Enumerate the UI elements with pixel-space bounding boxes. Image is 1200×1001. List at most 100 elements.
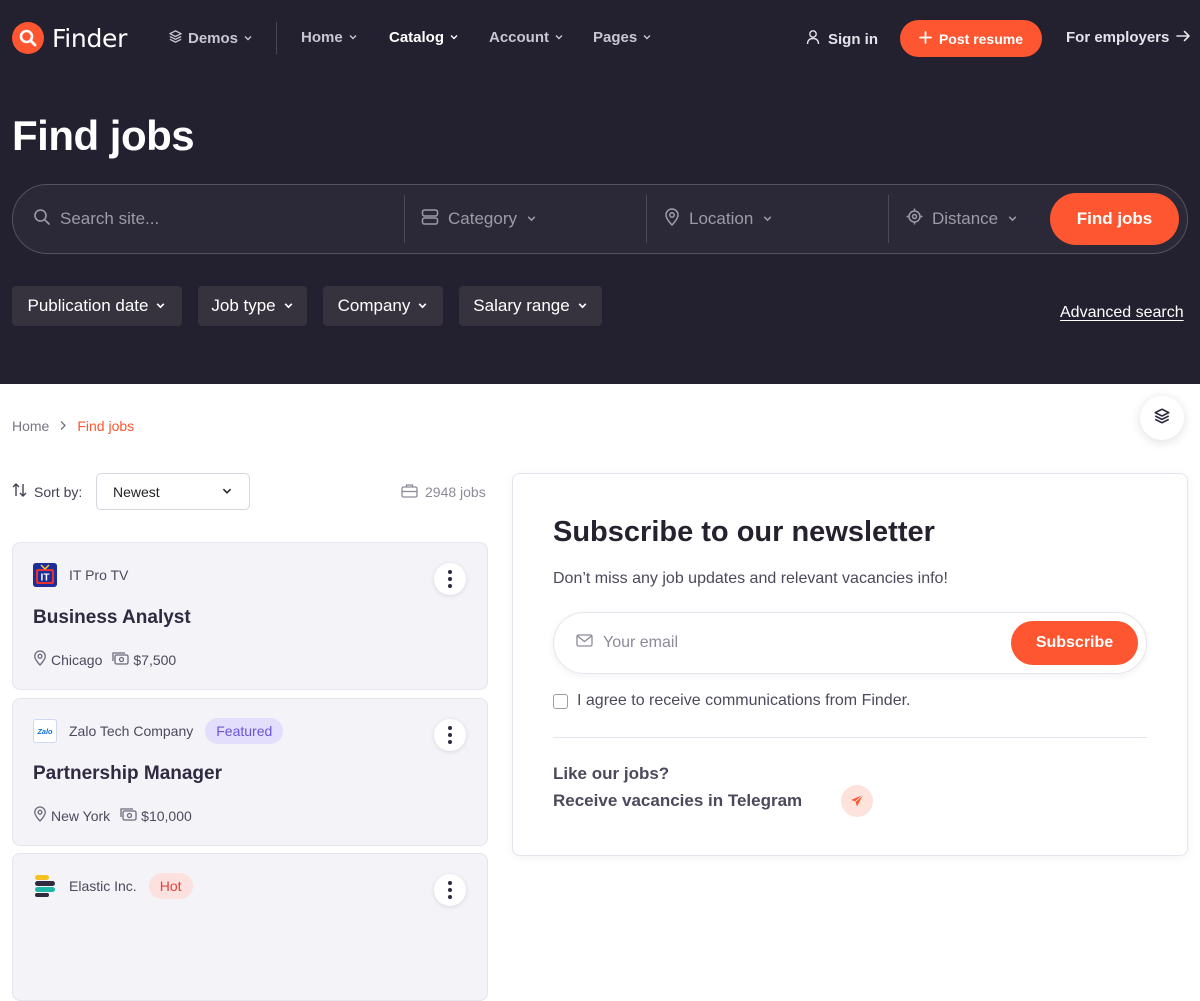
job-card[interactable]: Zalo Zalo Tech Company Featured Partners… — [12, 698, 488, 846]
advanced-search-link[interactable]: Advanced search — [1060, 304, 1184, 322]
post-resume-button[interactable]: Post resume — [900, 20, 1042, 57]
chevron-down-icon — [417, 296, 428, 316]
nav-demos[interactable]: Demos — [168, 29, 253, 48]
post-resume-label: Post resume — [938, 30, 1024, 47]
demos-float-button[interactable] — [1140, 396, 1184, 440]
layers-icon — [168, 29, 183, 48]
filter-publication-date[interactable]: Publication date — [12, 286, 182, 326]
filter-label: Job type — [211, 296, 276, 315]
chevron-down-icon — [526, 209, 537, 229]
company-logo: IT — [33, 563, 57, 587]
company-name: IT Pro TV — [69, 567, 129, 583]
checkbox-box[interactable] — [553, 693, 568, 709]
email-field[interactable]: Your email — [576, 613, 678, 673]
newsletter-title: Subscribe to our newsletter — [553, 516, 935, 548]
user-icon — [806, 29, 820, 49]
sort-label: Sort by: — [12, 483, 82, 500]
job-title[interactable]: Partnership Manager — [33, 763, 222, 785]
newsletter-divider — [553, 737, 1147, 738]
newsletter-subtitle: Don’t miss any job updates and relevant … — [553, 570, 948, 587]
job-search-bar: Search site... Category Location Distanc… — [12, 184, 1188, 254]
chevron-down-icon — [221, 484, 233, 500]
filter-label: Salary range — [473, 296, 570, 315]
job-card[interactable]: Elastic Inc. Hot — [12, 853, 488, 1001]
job-location: New York — [33, 806, 110, 825]
search-divider — [646, 195, 647, 243]
filter-salary-range[interactable]: Salary range — [459, 286, 602, 326]
jobs-count: 2948 jobs — [401, 483, 486, 501]
distance-select[interactable]: Distance — [906, 185, 1046, 253]
job-company: Elastic Inc. Hot — [33, 873, 193, 899]
arrow-right-icon — [1176, 29, 1191, 46]
job-company: Zalo Zalo Tech Company Featured — [33, 718, 284, 744]
distance-label: Distance — [932, 209, 999, 228]
map-pin-icon — [33, 806, 47, 825]
search-input[interactable]: Search site... — [33, 185, 403, 253]
breadcrumb-current: Find jobs — [77, 418, 135, 434]
newsletter-panel: Subscribe to our newsletter Don’t miss a… — [512, 473, 1188, 856]
briefcase-icon — [401, 483, 418, 501]
chevron-down-icon — [577, 296, 588, 316]
sort-icon — [12, 483, 28, 500]
search-divider — [404, 195, 405, 243]
breadcrumb-home[interactable]: Home — [12, 418, 49, 434]
category-icon — [421, 208, 439, 230]
job-location: Chicago — [33, 650, 102, 669]
brand-logo[interactable]: Finder — [12, 22, 127, 54]
brand-name: Finder — [52, 23, 128, 53]
breadcrumb: Home Find jobs — [12, 418, 134, 434]
location-select[interactable]: Location — [664, 185, 884, 253]
job-meta: New York $10,000 — [33, 806, 192, 825]
job-salary-text: $7,500 — [133, 651, 177, 668]
chevron-down-icon — [348, 29, 358, 46]
nav-home-label: Home — [301, 29, 343, 46]
sort-label-text: Sort by: — [34, 483, 83, 500]
sign-in-label: Sign in — [828, 30, 878, 48]
nav-account[interactable]: Account — [489, 29, 564, 46]
hot-badge: Hot — [148, 873, 193, 899]
chevron-down-icon — [554, 29, 564, 46]
job-company: IT IT Pro TV — [33, 563, 128, 587]
job-location-text: Chicago — [51, 651, 103, 668]
more-vertical-icon[interactable] — [434, 874, 466, 906]
nav-catalog[interactable]: Catalog — [389, 29, 459, 46]
agree-checkbox[interactable]: I agree to receive communications from F… — [553, 692, 910, 710]
telegram-text-line1: Like our jobs? — [553, 764, 670, 783]
more-vertical-icon[interactable] — [434, 563, 466, 595]
cash-icon — [112, 651, 130, 668]
filter-company[interactable]: Company — [323, 286, 443, 326]
find-jobs-button[interactable]: Find jobs — [1050, 193, 1179, 245]
filter-label: Publication date — [27, 296, 149, 315]
sort-select[interactable]: Newest — [96, 473, 250, 510]
plus-icon — [919, 30, 932, 47]
nav-home[interactable]: Home — [301, 29, 358, 46]
map-pin-icon — [664, 207, 680, 231]
subscribe-button[interactable]: Subscribe — [1011, 621, 1138, 665]
telegram-text-line2: Receive vacancies in Telegram — [553, 791, 803, 810]
filter-job-type[interactable]: Job type — [198, 286, 307, 326]
sort-selected: Newest — [113, 483, 160, 500]
location-label: Location — [689, 209, 754, 228]
chevron-down-icon — [283, 296, 294, 316]
job-salary: $10,000 — [120, 807, 192, 824]
for-employers-label: For employers — [1066, 29, 1170, 46]
jobs-count-text: 2948 jobs — [425, 484, 486, 500]
telegram-icon[interactable] — [841, 785, 873, 817]
layers-icon — [1153, 407, 1171, 430]
job-card[interactable]: IT IT Pro TV Business Analyst Chicago $7… — [12, 542, 488, 690]
agree-label: I agree to receive communications from F… — [577, 692, 911, 709]
target-icon — [906, 208, 923, 230]
sign-in-link[interactable]: Sign in — [806, 29, 878, 49]
job-salary: $7,500 — [112, 651, 176, 668]
category-select[interactable]: Category — [421, 185, 641, 253]
filter-label: Company — [337, 296, 411, 315]
page-title: Find jobs — [12, 112, 195, 159]
nav-demos-label: Demos — [188, 30, 239, 47]
job-title[interactable]: Business Analyst — [33, 607, 191, 629]
cash-icon — [120, 807, 137, 824]
nav-pages[interactable]: Pages — [593, 29, 652, 46]
more-vertical-icon[interactable] — [434, 719, 466, 751]
for-employers-link[interactable]: For employers — [1066, 29, 1191, 46]
company-name: Elastic Inc. — [69, 878, 137, 894]
email-placeholder: Your email — [603, 634, 679, 651]
